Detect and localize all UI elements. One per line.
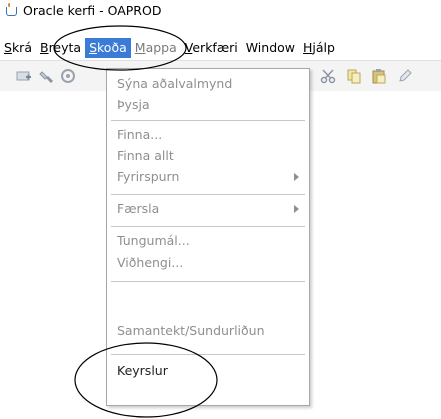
cut-icon[interactable] — [320, 68, 336, 84]
edit-icon[interactable] — [397, 68, 413, 84]
menu-separator — [111, 354, 305, 355]
menu-folder[interactable]: Mappa — [131, 38, 181, 58]
view-menu-dropdown: Sýna aðalvalmynd Þysja Finna... Finna al… — [106, 68, 310, 406]
menu-item-query[interactable]: Fyrirspurn — [117, 167, 307, 187]
copy-icon[interactable] — [346, 68, 362, 84]
menu-edit[interactable]: Breyta — [36, 38, 85, 58]
menu-item-language[interactable]: Tungumál... — [117, 231, 307, 251]
submenu-arrow-icon — [294, 173, 299, 181]
java-cup-icon — [4, 3, 18, 17]
menu-item-show-main-menu[interactable]: Sýna aðalvalmynd — [117, 74, 307, 94]
menu-item-record[interactable]: Færsla — [117, 199, 307, 219]
menu-view[interactable]: Skoða — [85, 38, 131, 58]
window-title: Oracle kerfi - OAPROD — [23, 2, 162, 18]
paste-icon[interactable] — [371, 68, 387, 84]
menu-item-find[interactable]: Finna... — [117, 125, 307, 145]
menu-separator — [111, 281, 305, 282]
menu-separator — [111, 120, 305, 121]
flashlight-icon[interactable] — [38, 68, 54, 84]
menu-item-requests[interactable]: Keyrslur — [117, 361, 307, 381]
menu-window[interactable]: Window — [242, 38, 299, 58]
submenu-arrow-icon — [294, 205, 299, 213]
menu-separator — [111, 226, 305, 227]
title-bar: Oracle kerfi - OAPROD — [4, 0, 161, 20]
menu-bar: Skrá Breyta Skoða Mappa Verkfæri Window … — [0, 38, 441, 58]
menu-item-zoom[interactable]: Þysja — [117, 95, 307, 115]
menu-item-summary-detail[interactable]: Samantekt/Sundurliðun — [117, 321, 307, 341]
new-record-icon[interactable] — [16, 68, 32, 84]
menu-help[interactable]: Hjálp — [299, 38, 339, 58]
menu-separator — [111, 194, 305, 195]
menu-item-attachments[interactable]: Viðhengi... — [117, 253, 307, 273]
navigate-icon[interactable] — [60, 68, 76, 84]
menu-file[interactable]: Skrá — [0, 38, 36, 58]
menu-tools[interactable]: Verkfæri — [181, 38, 242, 58]
menu-item-find-all[interactable]: Finna allt — [117, 146, 307, 166]
